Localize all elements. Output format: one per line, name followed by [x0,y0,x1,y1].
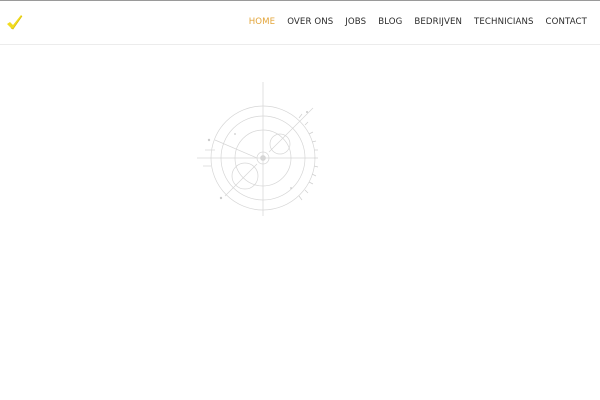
nav-item-bedrijven[interactable]: BEDRIJVEN [408,1,468,44]
nav-item-home[interactable]: HOME [243,1,281,44]
nav-item-over-ons[interactable]: OVER ONS [281,1,339,44]
nav-item-blog[interactable]: BLOG [372,1,408,44]
nav-item-jobs[interactable]: JOBS [339,1,372,44]
main-nav: HOME OVER ONS JOBS BLOG BEDRIJVEN TECHNI… [243,1,593,44]
nav-item-contact[interactable]: CONTACT [540,1,593,44]
nav-item-technicians[interactable]: TECHNICIANS [468,1,540,44]
technical-gear-sketch-icon [195,78,325,218]
checkmark-logo-icon[interactable] [5,13,25,33]
site-header: HOME OVER ONS JOBS BLOG BEDRIJVEN TECHNI… [0,1,600,45]
